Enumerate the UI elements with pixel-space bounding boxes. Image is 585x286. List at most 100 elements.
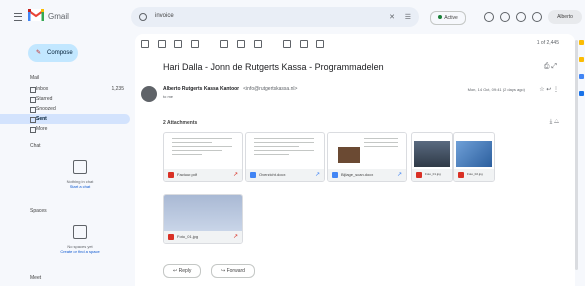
sidebar-item-sent[interactable]: Sent [0,114,130,124]
attachments-tools: ⤓ △ [550,119,559,126]
sender-line: Alberto Rutgerts Kassa Kantoor <info@rutg… [163,86,297,92]
reply-button[interactable]: ↩ Reply [163,264,202,278]
avatar[interactable] [141,86,157,102]
start-chat-link[interactable]: Start a chat [40,184,120,189]
attachment-name: Factuur.pdf [177,172,198,177]
sidebar-item-label: Sent [36,116,47,122]
forward-label: Forward [226,268,245,274]
sidebar-item-label: Snoozed [36,106,56,112]
gemini-icon[interactable] [516,12,526,22]
download-all-icon[interactable]: ⤓ [550,119,553,125]
open-icon[interactable]: ↗ [233,171,238,178]
pdf-icon [168,172,174,178]
attachment-footer: Foto_01.jpg ↗ [164,231,242,243]
status-dot-icon [438,15,443,19]
chat-icon [73,160,87,174]
menu-icon[interactable] [14,13,22,21]
contacts-icon[interactable] [579,91,584,96]
email-date: Mon, 14 Oct, 09:41 (2 days ago) [467,87,525,92]
attachment-preview [412,133,452,169]
gmail-logo-icon[interactable] [28,9,44,21]
side-panel-rail [579,40,585,108]
add-to-drive-icon[interactable]: △ [554,119,559,125]
delete-icon[interactable] [191,40,200,48]
add-task-icon[interactable] [253,40,262,48]
attachment-card[interactable]: Foto_01.jpg [411,132,453,182]
spaces-empty-state: No spaces yet Create or find a space [40,225,120,254]
compose-button[interactable]: ✎ Compose [28,44,78,62]
open-icon[interactable]: ↗ [315,171,320,178]
attachment-card[interactable]: Factuur.pdf ↗ [163,132,243,182]
search-input[interactable]: invoice [155,13,174,19]
star-icon[interactable]: ☆ [539,87,544,93]
sidebar: Mail Inbox 1,235 Starred Snoozed Sent Mo… [0,72,130,134]
image-icon [458,172,464,178]
settings-icon[interactable] [500,12,510,22]
photo-thumbnail [164,195,242,231]
tasks-icon[interactable] [579,74,584,79]
label-icon[interactable] [299,40,308,48]
attachment-card[interactable]: Bijlage_scan.docx ↗ [327,132,407,182]
pagination-text: 1 of 2,445 [536,40,559,46]
keep-icon[interactable] [579,57,584,62]
email-view: 1 of 2,445 Hari Dalla - Jonn de Rutgerts… [135,34,575,286]
scrollbar[interactable] [575,40,578,270]
clock-icon [30,107,36,113]
pencil-icon: ✎ [36,50,42,56]
search-bar[interactable]: invoice ✕ ☰ [131,7,419,27]
move-to-icon[interactable] [283,40,292,48]
attachment-card[interactable]: Foto_02.jpg [453,132,495,182]
attachments-heading: 2 Attachments [163,120,198,126]
clear-search-icon[interactable]: ✕ [389,13,395,21]
sidebar-item-snoozed[interactable]: Snoozed [0,104,130,114]
doc-icon [250,172,256,178]
spaces-section-heading: Spaces [30,208,47,214]
open-icon[interactable]: ↗ [397,171,402,178]
mark-unread-icon[interactable] [220,40,229,48]
account-button[interactable]: Alberto [548,10,582,24]
photo-thumbnail [414,141,450,167]
scan-thumbnail [338,147,360,163]
more-vert-icon[interactable]: ⋮ [553,87,559,93]
archive-icon[interactable] [157,40,166,48]
reply-icon[interactable]: ↩ [546,87,551,93]
top-bar: Gmail invoice ✕ ☰ Active Alberto [0,0,585,34]
forward-button[interactable]: ↪ Forward [211,264,255,278]
app-name: Gmail [48,12,69,21]
attachment-name: Foto_01.jpg [425,172,441,176]
calendar-icon[interactable] [579,40,584,45]
snooze-icon[interactable] [237,40,246,48]
attachment-card[interactable]: Overzicht.docx ↗ [245,132,325,182]
sidebar-item-starred[interactable]: Starred [0,94,130,104]
help-icon[interactable] [484,12,494,22]
search-icon[interactable] [139,13,147,21]
search-options-icon[interactable]: ☰ [405,13,411,21]
open-icon[interactable]: ↗ [233,233,238,240]
attachment-footer: Bijlage_scan.docx ↗ [328,169,406,181]
attachment-preview [246,133,324,169]
apps-icon[interactable] [532,12,542,22]
attachment-card[interactable]: Foto_01.jpg ↗ [163,194,243,244]
report-spam-icon[interactable] [174,40,183,48]
recipient-line[interactable]: to me [163,94,173,99]
back-icon[interactable] [141,40,149,48]
reply-label: Reply [178,268,192,274]
create-space-link[interactable]: Create or find a space [40,249,120,254]
status-button[interactable]: Active [430,11,466,25]
chat-section-heading: Chat [30,143,41,149]
status-label: Active [444,15,458,21]
meet-section-heading: Meet [30,275,42,281]
compose-label: Compose [47,50,73,56]
message-actions: ☆ ↩ ⋮ [539,86,559,93]
attachment-name: Foto_01.jpg [177,234,199,239]
sidebar-item-more[interactable]: More [0,124,130,134]
image-icon [416,172,422,178]
more-vert-icon[interactable] [316,40,325,48]
attachment-footer: Foto_02.jpg [454,169,494,181]
sender-name[interactable]: Alberto Rutgerts Kassa Kantoor [163,86,239,92]
chat-empty-state: Nothing in chat Start a chat [40,160,120,189]
attachment-preview [164,133,242,169]
inbox-icon [30,87,36,93]
sidebar-item-inbox[interactable]: Inbox 1,235 [0,84,130,94]
print-icon[interactable]: ⎙ ⤢ [544,63,557,71]
